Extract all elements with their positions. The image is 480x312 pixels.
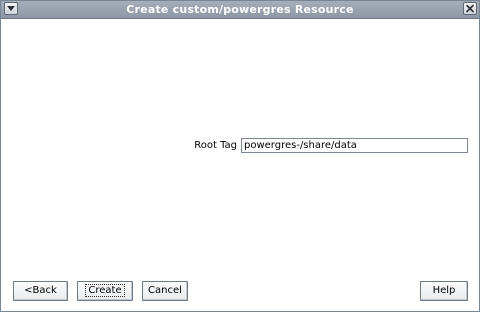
root-tag-input[interactable] [241,138,468,153]
dialog-window: Create custom/powergres Resource Root Ta… [0,0,480,312]
root-tag-label: Root Tag [194,140,237,151]
help-button[interactable]: Help [420,281,468,301]
back-button[interactable]: <Back [13,281,68,301]
create-button[interactable]: Create [77,281,133,301]
close-button[interactable] [463,2,477,15]
close-icon [466,4,474,13]
dialog-content: Root Tag <Back Create Cancel Help [1,19,479,311]
title-bar: Create custom/powergres Resource [1,1,479,19]
cancel-button[interactable]: Cancel [142,281,188,301]
create-button-label: Create [85,284,125,297]
window-title: Create custom/powergres Resource [126,3,354,16]
